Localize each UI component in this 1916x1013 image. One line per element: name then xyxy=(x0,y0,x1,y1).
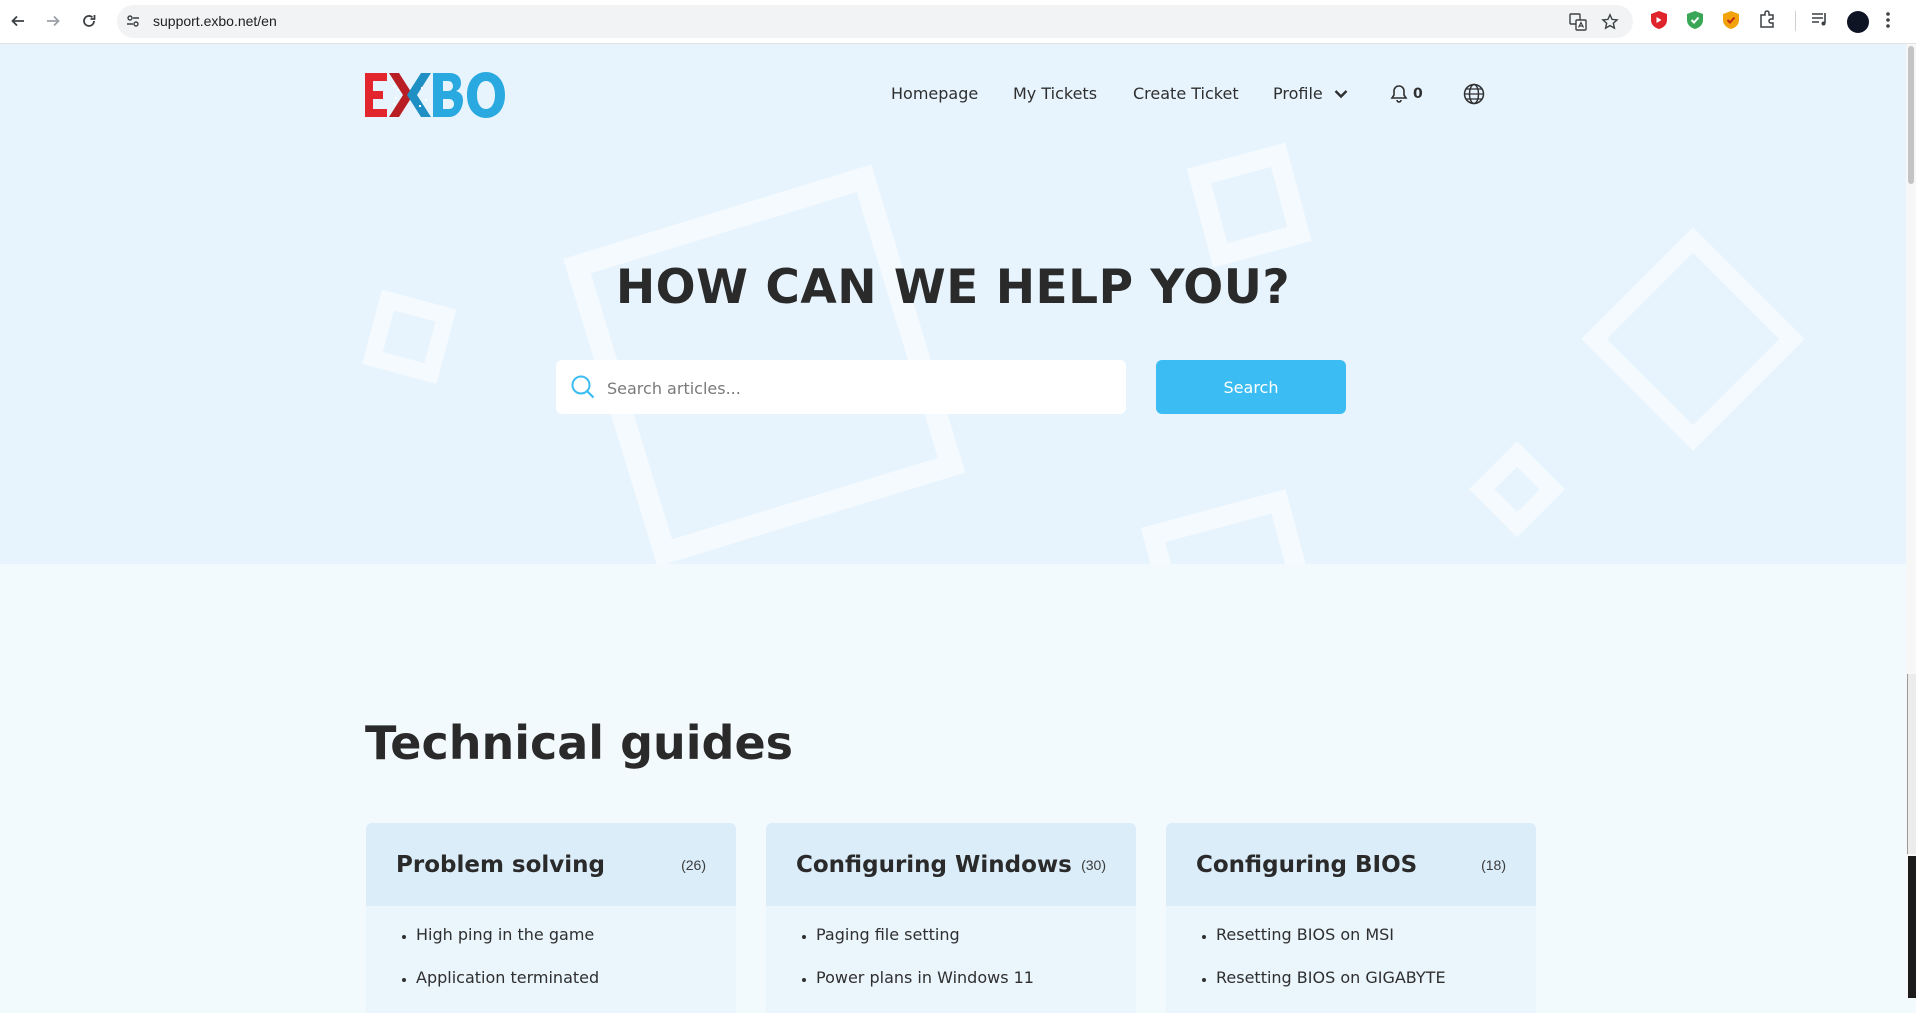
card-article-list: Resetting BIOS on MSI Resetting BIOS on … xyxy=(1186,925,1446,1011)
nav-homepage[interactable]: Homepage xyxy=(891,84,978,103)
card-article-count: (26) xyxy=(681,857,706,873)
lion-extension-icon[interactable] xyxy=(1720,9,1742,31)
browser-menu-icon[interactable] xyxy=(1884,9,1892,36)
site-settings-icon[interactable] xyxy=(125,13,141,34)
card-article-count: (18) xyxy=(1481,857,1506,873)
toolbar-divider xyxy=(1795,11,1796,31)
guide-card-configuring-windows[interactable]: Configuring Windows (30) Paging file set… xyxy=(766,823,1136,1013)
article-link[interactable]: Application terminated xyxy=(416,968,599,988)
section-title-technical-guides: Technical guides xyxy=(365,716,794,770)
url-text[interactable]: support.exbo.net/en xyxy=(153,13,277,29)
reload-icon[interactable] xyxy=(76,8,102,34)
translate-icon[interactable] xyxy=(1569,13,1587,36)
nav-profile[interactable]: Profile xyxy=(1273,84,1348,103)
card-title[interactable]: Configuring Windows xyxy=(796,852,1072,878)
forward-icon[interactable] xyxy=(40,8,66,34)
profile-avatar[interactable] xyxy=(1847,11,1869,33)
article-link[interactable]: Paging file setting xyxy=(816,925,1034,945)
media-queue-icon[interactable] xyxy=(1810,9,1832,31)
article-link[interactable]: Power plans in Windows 11 xyxy=(816,968,1034,988)
card-article-count: (30) xyxy=(1081,857,1106,873)
notifications-button[interactable]: 0 xyxy=(1390,84,1423,103)
search-icon xyxy=(570,374,596,405)
hero-section: Homepage My Tickets Create Ticket Profil… xyxy=(0,44,1906,564)
article-link[interactable]: Resetting BIOS on MSI xyxy=(1216,925,1446,945)
search-box xyxy=(556,360,1126,416)
nav-create-ticket[interactable]: Create Ticket xyxy=(1133,84,1239,103)
page-scrollbar[interactable] xyxy=(1906,44,1916,998)
card-header: Problem solving (26) xyxy=(366,823,736,906)
search-input[interactable] xyxy=(605,360,1109,416)
card-article-list: Paging file setting Power plans in Windo… xyxy=(786,925,1034,1011)
search-button[interactable]: Search xyxy=(1156,360,1346,414)
scrollbar-track-marker-dark xyxy=(1908,856,1916,998)
nav-profile-label: Profile xyxy=(1273,84,1323,103)
card-article-list: High ping in the game Application termin… xyxy=(386,925,599,1011)
bell-icon xyxy=(1390,85,1408,103)
adblock-extension-icon[interactable] xyxy=(1684,9,1706,31)
card-title[interactable]: Problem solving xyxy=(396,852,605,878)
site-header: Homepage My Tickets Create Ticket Profil… xyxy=(0,44,1906,144)
language-globe-icon[interactable] xyxy=(1463,83,1485,109)
back-icon[interactable] xyxy=(5,8,31,34)
exbo-logo[interactable] xyxy=(365,71,507,124)
shield-extension-icon[interactable] xyxy=(1648,9,1670,31)
guide-card-problem-solving[interactable]: Problem solving (26) High ping in the ga… xyxy=(366,823,736,1013)
article-link[interactable]: High ping in the game xyxy=(416,925,599,945)
guide-card-configuring-bios[interactable]: Configuring BIOS (18) Resetting BIOS on … xyxy=(1166,823,1536,1013)
scrollbar-track-marker xyxy=(1907,674,1916,854)
article-link[interactable]: Resetting BIOS on GIGABYTE xyxy=(1216,968,1446,988)
bookmark-star-icon[interactable] xyxy=(1601,13,1619,36)
browser-toolbar: support.exbo.net/en xyxy=(0,0,1916,44)
notification-count: 0 xyxy=(1413,85,1423,102)
scrollbar-thumb[interactable] xyxy=(1908,46,1914,184)
nav-my-tickets[interactable]: My Tickets xyxy=(1013,84,1097,103)
card-header: Configuring Windows (30) xyxy=(766,823,1136,906)
hero-title: HOW CAN WE HELP YOU? xyxy=(615,260,1291,315)
card-header: Configuring BIOS (18) xyxy=(1166,823,1536,906)
chevron-down-icon xyxy=(1334,90,1348,99)
extensions-puzzle-icon[interactable] xyxy=(1757,9,1779,31)
card-title[interactable]: Configuring BIOS xyxy=(1196,852,1417,878)
address-bar[interactable]: support.exbo.net/en xyxy=(117,5,1633,38)
